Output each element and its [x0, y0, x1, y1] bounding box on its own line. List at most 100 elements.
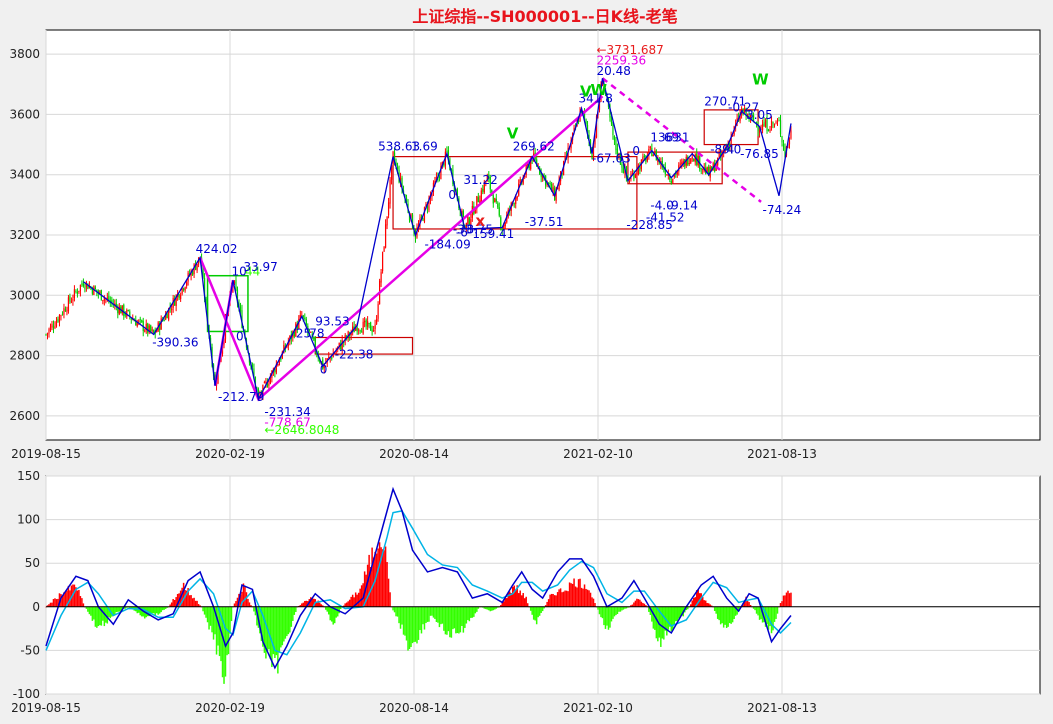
macd-bar-positive [505, 598, 508, 607]
macd-bar-positive [514, 590, 517, 607]
candle-bear [670, 180, 672, 184]
macd-bar-negative [449, 606, 451, 638]
macd-bar-negative [212, 606, 215, 640]
macd-bar-negative [440, 606, 442, 625]
candle-bear [183, 288, 185, 290]
macd-bar-positive [76, 590, 79, 607]
macd-bar-positive [549, 594, 551, 607]
candle-bull [773, 124, 776, 126]
stroke-value-label: -67.63 [592, 152, 631, 166]
macd-bar-positive [82, 603, 85, 607]
macd-bar-negative [278, 606, 281, 652]
candle-bull [387, 202, 390, 216]
macd-bar-negative [437, 606, 439, 623]
macd-bar-negative [713, 606, 716, 611]
macd-bar-negative [435, 606, 438, 622]
macd-bar-negative [275, 606, 278, 656]
macd-bar-negative [718, 606, 720, 621]
macd-bar-positive [73, 584, 76, 607]
macd-bar-negative [652, 606, 655, 629]
candle-bear [422, 218, 424, 221]
macd-bar-positive [350, 596, 352, 607]
macd-bar-negative [413, 606, 415, 643]
candle-bear [361, 331, 363, 333]
macd-bar-negative [604, 606, 607, 629]
macd-bar-negative [464, 606, 466, 628]
stroke-value-label: ←2646.8048 [264, 423, 339, 437]
macd-bar-positive [558, 589, 560, 607]
signal-marker: x [475, 212, 485, 230]
candle-bear [356, 327, 358, 332]
macd-bar-negative [721, 606, 723, 624]
main-ytick-label: 3400 [9, 168, 40, 182]
macd-bar-positive [703, 600, 705, 607]
candle-bear [492, 195, 494, 204]
candle-bull [775, 122, 777, 124]
macd-bar-negative [473, 606, 475, 617]
macd-bar-positive [371, 547, 373, 607]
candle-bull [171, 308, 173, 310]
macd-bar-negative [447, 606, 450, 632]
signal-marker: W [752, 70, 769, 88]
macd-bar-positive [525, 596, 527, 607]
candle-bull [690, 158, 692, 164]
macd-bar-positive [526, 603, 529, 607]
macd-bar-negative [93, 606, 95, 620]
candle-bear [139, 318, 141, 320]
macd-bar-positive [573, 578, 575, 607]
macd-bar-negative [208, 606, 210, 630]
macd-bar-negative [601, 606, 604, 619]
macd-bar-negative [541, 606, 544, 612]
macd-bar-negative [326, 606, 328, 612]
macd-bar-negative [755, 606, 758, 614]
macd-bar-negative [458, 606, 460, 634]
candle-bear [141, 320, 143, 322]
macd-bar-negative [404, 606, 406, 636]
macd-bar-positive [356, 594, 358, 607]
chart-title: 上证综指--SH000001--日K线-老笔 [412, 7, 677, 26]
macd-bar-negative [203, 606, 206, 615]
candle-bear [84, 287, 86, 289]
macd-bar-negative [441, 606, 444, 624]
candle-bull [66, 310, 68, 312]
macd-bar-negative [598, 606, 601, 615]
macd-bar-negative [117, 606, 119, 612]
macd-bar-negative [140, 606, 143, 617]
macd-bar-positive [640, 601, 643, 607]
candle-bull [515, 197, 517, 205]
macd-bar-negative [155, 606, 158, 614]
macd-bar-negative [202, 606, 204, 612]
candle-bull [268, 383, 270, 386]
macd-bar-positive [78, 589, 80, 607]
macd-bar-negative [292, 606, 294, 621]
candle-bull [666, 174, 668, 176]
candle-bull [121, 305, 123, 314]
macd-bar-positive [547, 599, 550, 607]
candle-bear [64, 308, 67, 312]
macd-bar-negative [407, 606, 409, 651]
macd-xtick-label: 2019-08-15 [11, 701, 81, 715]
macd-bar-negative [673, 606, 676, 625]
macd-bar-negative [661, 606, 664, 639]
candle-bull [58, 314, 61, 323]
macd-bar-negative [253, 606, 255, 612]
macd-bar-positive [691, 600, 693, 607]
macd-bar-positive [378, 542, 381, 607]
chart-figure: 上证综指--SH000001--日K线-老笔 -390.36 424.02 -212… [0, 0, 1053, 720]
macd-bar-negative [224, 606, 227, 677]
macd-bar-negative [425, 606, 427, 624]
macd-bar-negative [446, 606, 448, 635]
stroke-value-label: 0 [448, 188, 456, 202]
macd-ytick-label: -100 [13, 687, 40, 701]
macd-bar-negative [281, 606, 284, 646]
main-xtick-label: 2021-08-13 [747, 447, 817, 461]
candle-bull [672, 178, 674, 183]
macd-bar-negative [432, 606, 435, 618]
macd-bar-negative [728, 606, 731, 624]
macd-bar-positive [589, 592, 592, 607]
macd-bar-positive [634, 600, 637, 607]
macd-bar-negative [428, 606, 430, 622]
macd-ytick-label: 150 [17, 469, 40, 483]
candle-bull [386, 216, 388, 226]
macd-bar-negative [392, 606, 394, 611]
